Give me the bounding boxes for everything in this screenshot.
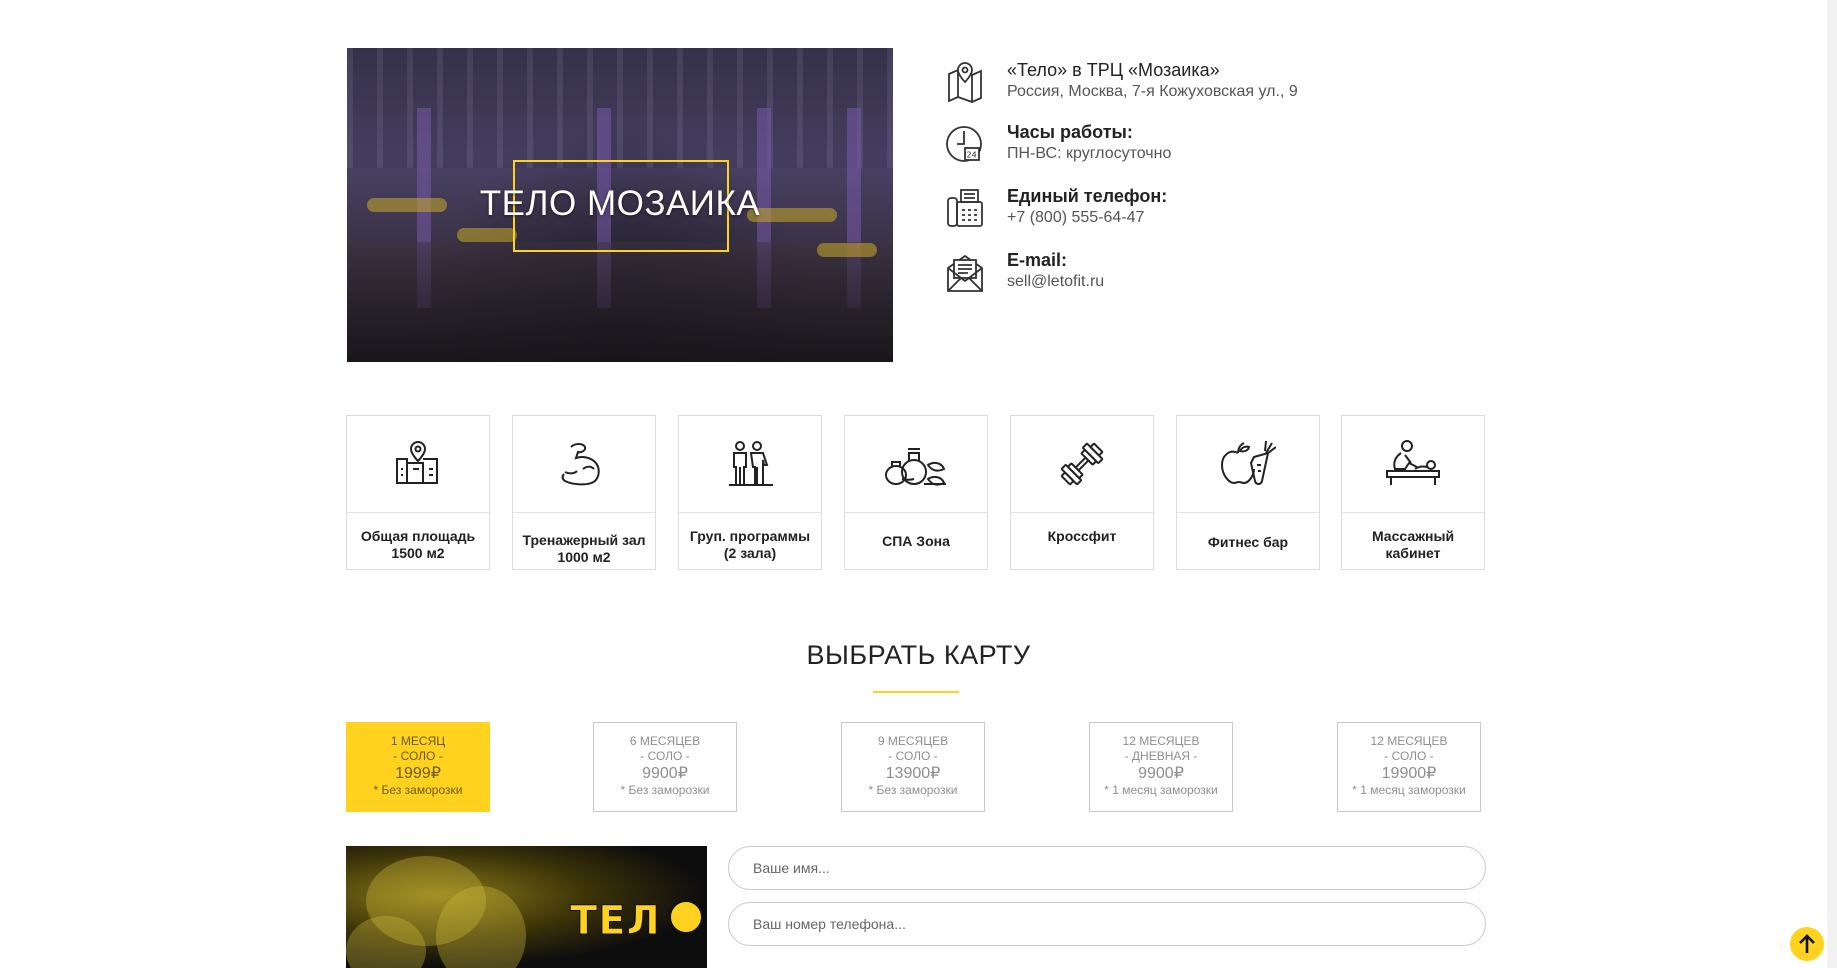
card-type: - СОЛО - [888, 749, 938, 763]
feature-gym: Тренажерный зал 1000 м2 [512, 415, 656, 570]
svg-text:24: 24 [967, 151, 977, 160]
card-note: * Без заморозки [868, 783, 958, 797]
card-price: 13900₽ [885, 765, 941, 782]
group-people-icon [729, 441, 773, 486]
card-price: 9900₽ [642, 765, 688, 782]
card-period: 6 МЕСЯЦЕВ [629, 734, 701, 748]
contact-phone-text[interactable]: +7 (800) 555-64-47 [1007, 209, 1144, 227]
feature-crossfit: Кроссфит [1010, 415, 1154, 570]
card-option-12-months-solo[interactable]: 12 МЕСЯЦЕВ - СОЛО - 19900₽ * 1 месяц зам… [1337, 722, 1481, 812]
muscle-decor [436, 886, 526, 968]
phone-input[interactable] [728, 902, 1486, 946]
brand-logo-mark [669, 900, 703, 934]
card-note: * Без заморозки [620, 783, 710, 797]
clock-24-icon: 24 [946, 126, 982, 162]
card-type: - СОЛО - [1384, 749, 1434, 763]
contact-email-link[interactable]: sell@letofit.ru [1007, 273, 1104, 291]
card-type: - СОЛО - [640, 749, 690, 763]
promo-banner: ТЕЛ [346, 846, 707, 968]
card-period: 12 МЕСЯЦЕВ [1370, 734, 1448, 748]
card-price: 9900₽ [1138, 765, 1184, 782]
scroll-top-button[interactable] [1790, 927, 1824, 961]
page: ТЕЛО МОЗАИКА «Тело» в ТРЦ «Мозаика» Росс… [0, 0, 1837, 968]
section-underline [873, 691, 959, 693]
section-title: ВЫБРАТЬ КАРТУ [806, 640, 1031, 670]
fax-phone-icon [947, 189, 983, 227]
name-input[interactable] [728, 846, 1486, 890]
feature-label: Тренажерный зал 1000 м2 [522, 532, 646, 565]
card-price: 1999₽ [395, 765, 441, 782]
feature-label: Общая площадь 1500 м2 [360, 528, 476, 561]
card-type: - ДНЕВНАЯ - [1124, 749, 1198, 763]
map-icon [948, 62, 982, 103]
envelope-icon [947, 254, 983, 292]
contact-title: Часы работы: [1007, 122, 1133, 142]
contact-title: E-mail: [1007, 250, 1068, 270]
feature-label: Кроссфит [1047, 528, 1117, 544]
area-map-icon [396, 440, 438, 484]
card-option-6-months[interactable]: 6 МЕСЯЦЕВ - СОЛО - 9900₽ * Без заморозки [593, 722, 737, 812]
contact-hours-text: ПН-ВС: круглосуточно [1007, 145, 1172, 162]
card-option-9-months[interactable]: 9 МЕСЯЦЕВ - СОЛО - 13900₽ * Без заморозк… [841, 722, 985, 812]
feature-label: Груп. программы (2 зала) [689, 528, 811, 561]
feature-label: СПА Зона [882, 533, 950, 549]
machine-decor [817, 243, 877, 257]
massage-icon [1386, 440, 1440, 485]
contact-address-text: Россия, Москва, 7-я Кожуховская ул., 9 [1007, 83, 1298, 100]
card-period: 1 МЕСЯЦ [390, 734, 446, 748]
card-period: 9 МЕСЯЦЕВ [877, 734, 949, 748]
feature-fitness-bar: Фитнес бар [1176, 415, 1320, 570]
feature-spa: СПА Зона [844, 415, 988, 570]
biceps-icon [561, 443, 600, 486]
card-option-12-months-day[interactable]: 12 МЕСЯЦЕВ - ДНЕВНАЯ - 9900₽ * 1 месяц з… [1089, 722, 1233, 812]
apple-carrot-icon [1220, 440, 1276, 485]
card-note: * Без заморозки [373, 783, 463, 797]
feature-label: Фитнес бар [1207, 534, 1289, 550]
card-note: * 1 месяц заморозки [1104, 783, 1218, 797]
contact-title: «Тело» в ТРЦ «Мозаика» [1007, 60, 1220, 80]
machine-decor [457, 228, 517, 242]
card-period: 12 МЕСЯЦЕВ [1122, 734, 1200, 748]
scrollbar[interactable] [1827, 0, 1837, 968]
card-price: 19900₽ [1381, 765, 1437, 782]
club-hero-image: ТЕЛО МОЗАИКА [347, 48, 893, 362]
card-option-1-month[interactable]: 1 МЕСЯЦ - СОЛО - 1999₽ * Без заморозки [346, 722, 490, 812]
dumbbell-icon [1060, 442, 1104, 486]
feature-group-programs: Груп. программы (2 зала) [678, 415, 822, 570]
feature-label: Массажный кабинет [1371, 528, 1455, 561]
feature-massage: Массажный кабинет [1341, 415, 1485, 570]
contact-title: Единый телефон: [1007, 186, 1168, 206]
card-note: * 1 месяц заморозки [1352, 783, 1466, 797]
floor-decor [347, 242, 893, 362]
spa-bottles-icon [885, 448, 946, 486]
hero-title: ТЕЛО МОЗАИКА [479, 184, 761, 223]
feature-area: Общая площадь 1500 м2 [346, 415, 490, 570]
arrow-up-icon [1799, 934, 1815, 953]
card-type: - СОЛО - [393, 749, 443, 763]
brand-logo: ТЕЛ [570, 898, 661, 945]
